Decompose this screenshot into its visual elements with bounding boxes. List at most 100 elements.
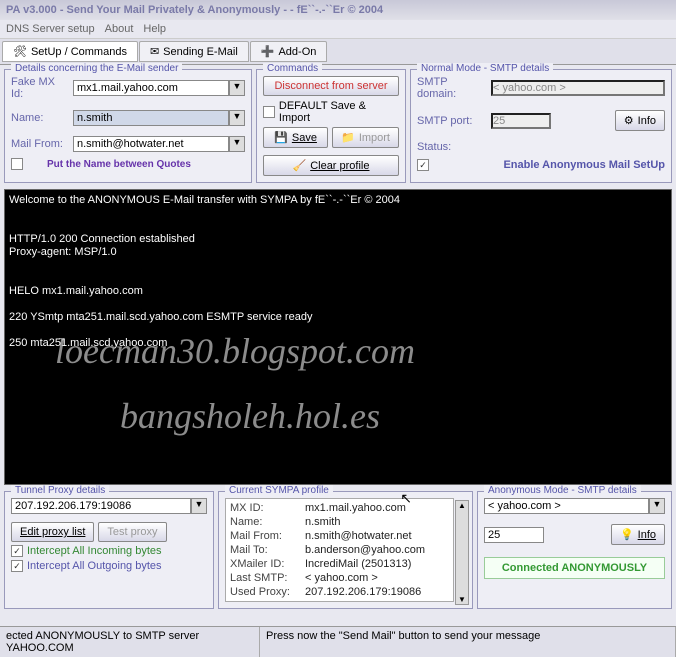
- save-icon: 💾: [274, 131, 288, 144]
- profile-row: Used Proxy:207.192.206.179:19086: [228, 585, 451, 599]
- menu-dns[interactable]: DNS Server setup: [6, 23, 95, 35]
- console-line: 220 YSmtp mta251.mail.scd.yahoo.com ESMT…: [9, 311, 667, 323]
- scrollbar[interactable]: ▲ ▼: [455, 500, 469, 605]
- console-line: [9, 207, 667, 219]
- from-input[interactable]: [73, 136, 229, 152]
- anon-port-input[interactable]: [484, 527, 544, 543]
- scroll-down-icon[interactable]: ▼: [456, 595, 468, 604]
- profile-row: Last SMTP:< yahoo.com >: [228, 571, 451, 585]
- profile-value: n.smith@hotwater.net: [305, 530, 412, 542]
- menu-help[interactable]: Help: [143, 23, 166, 35]
- intercept-in-label: Intercept All Incoming bytes: [27, 545, 162, 557]
- profile-key: Mail From:: [230, 530, 305, 542]
- info-button[interactable]: ⚙Info: [615, 110, 665, 131]
- quote-hint: Put the Name between Quotes: [47, 159, 191, 170]
- console-line: [9, 272, 667, 284]
- watermark-2: bangsholeh.hol.es: [120, 395, 380, 437]
- info-icon: ⚙: [624, 114, 634, 127]
- anon-domain-dropdown[interactable]: ▼: [649, 498, 665, 514]
- name-input[interactable]: [73, 110, 229, 126]
- import-icon: 📁: [341, 131, 355, 144]
- scroll-up-icon[interactable]: ▲: [456, 501, 468, 510]
- fakemx-label: Fake MX Id:: [11, 76, 69, 100]
- intercept-out-checkbox[interactable]: ✓: [11, 560, 23, 572]
- profile-row: Mail From:n.smith@hotwater.net: [228, 529, 451, 543]
- test-proxy-button[interactable]: Test proxy: [98, 522, 166, 542]
- profile-key: Mail To:: [230, 544, 305, 556]
- profile-title: Current SYMPA profile: [225, 485, 333, 496]
- profile-value: n.smith: [305, 516, 340, 528]
- console-line: [9, 259, 667, 271]
- tunnel-title: Tunnel Proxy details: [11, 485, 109, 496]
- menu-about[interactable]: About: [105, 23, 134, 35]
- commands-group: Commands Disconnect from server DEFAULT …: [256, 69, 406, 183]
- profile-row: Mail To:b.anderson@yahoo.com: [228, 543, 451, 557]
- save-button[interactable]: 💾Save: [263, 127, 328, 148]
- menu-bar: DNS Server setup About Help: [0, 20, 676, 39]
- status-label: Status:: [417, 141, 475, 153]
- smtp-domain-input: [491, 80, 665, 96]
- smtp-domain-label: SMTP domain:: [417, 76, 487, 100]
- profile-value: IncrediMail (2501313): [305, 558, 411, 570]
- clear-icon: 🧹: [292, 159, 306, 172]
- sender-group: Details concerning the E-Mail sender Fak…: [4, 69, 252, 183]
- fakemx-dropdown[interactable]: ▼: [229, 80, 245, 96]
- disconnect-button[interactable]: Disconnect from server: [263, 76, 399, 96]
- enable-anon-checkbox[interactable]: ✓: [417, 159, 429, 171]
- status-bar: ected ANONYMOUSLY to SMTP server YAHOO.C…: [0, 626, 676, 657]
- tab-addon[interactable]: ➕Add-On: [250, 41, 328, 62]
- watermark-1: loecman30.blogspot.com: [55, 330, 415, 372]
- default-checkbox[interactable]: [263, 106, 275, 118]
- profile-key: XMailer ID:: [230, 558, 305, 570]
- connected-status: Connected ANONYMOUSLY: [484, 557, 665, 579]
- smtp-group: Normal Mode - SMTP details SMTP domain: …: [410, 69, 672, 183]
- status-right: Press now the "Send Mail" button to send…: [260, 627, 676, 657]
- intercept-in-checkbox[interactable]: ✓: [11, 545, 23, 557]
- default-label: DEFAULT Save & Import: [279, 100, 399, 124]
- addon-icon: ➕: [261, 45, 275, 58]
- intercept-out-label: Intercept All Outgoing bytes: [27, 560, 162, 572]
- profile-row: XMailer ID:IncrediMail (2501313): [228, 557, 451, 571]
- console-output: Welcome to the ANONYMOUS E-Mail transfer…: [4, 189, 672, 485]
- anon-domain-input[interactable]: [484, 498, 649, 514]
- smtp-port-label: SMTP port:: [417, 115, 487, 127]
- tab-setup[interactable]: 🛠SetUp / Commands: [2, 41, 138, 62]
- anon-smtp-group: Anonymous Mode - SMTP details ▼ 💡Info Co…: [477, 491, 672, 609]
- title-bar: PA v3.000 - Send Your Mail Privately & A…: [0, 0, 676, 20]
- mail-icon: ✉: [150, 45, 159, 58]
- tunnel-group: Tunnel Proxy details ▼ Edit proxy list T…: [4, 491, 214, 609]
- bulb-icon: 💡: [620, 528, 634, 541]
- name-dropdown[interactable]: ▼: [229, 110, 245, 126]
- profile-row: Name:n.smith: [228, 515, 451, 529]
- proxy-dropdown[interactable]: ▼: [191, 498, 207, 514]
- profile-key: Name:: [230, 516, 305, 528]
- quote-checkbox[interactable]: [11, 158, 23, 170]
- console-line: HTTP/1.0 200 Connection established: [9, 233, 667, 245]
- cursor-icon: ↖: [400, 490, 412, 507]
- profile-value: mx1.mail.yahoo.com: [305, 502, 406, 514]
- clear-profile-button[interactable]: 🧹Clear profile: [263, 155, 399, 176]
- profile-key: Used Proxy:: [230, 586, 305, 598]
- tab-sending[interactable]: ✉Sending E-Mail: [139, 41, 249, 62]
- fakemx-input[interactable]: [73, 80, 229, 96]
- enable-anon-label[interactable]: Enable Anonymous Mail SetUp: [503, 159, 665, 171]
- tools-icon: 🛠: [13, 45, 27, 58]
- sender-title: Details concerning the E-Mail sender: [11, 63, 182, 74]
- anon-info-button[interactable]: 💡Info: [611, 524, 665, 545]
- from-dropdown[interactable]: ▼: [229, 136, 245, 152]
- profile-value: 207.192.206.179:19086: [305, 586, 421, 598]
- console-line: Welcome to the ANONYMOUS E-Mail transfer…: [9, 194, 667, 206]
- profile-value: < yahoo.com >: [305, 572, 378, 584]
- edit-proxy-button[interactable]: Edit proxy list: [11, 522, 94, 542]
- import-button[interactable]: 📁Import: [332, 127, 399, 148]
- proxy-input[interactable]: [11, 498, 191, 514]
- smtp-port-input: [491, 113, 551, 129]
- profile-key: MX ID:: [230, 502, 305, 514]
- smtp-title: Normal Mode - SMTP details: [417, 63, 553, 74]
- status-left: ected ANONYMOUSLY to SMTP server YAHOO.C…: [0, 627, 260, 657]
- profile-row: MX ID:mx1.mail.yahoo.com: [228, 501, 451, 515]
- console-line: [9, 298, 667, 310]
- anon-title: Anonymous Mode - SMTP details: [484, 485, 641, 496]
- console-line: [9, 220, 667, 232]
- console-line: HELO mx1.mail.yahoo.com: [9, 285, 667, 297]
